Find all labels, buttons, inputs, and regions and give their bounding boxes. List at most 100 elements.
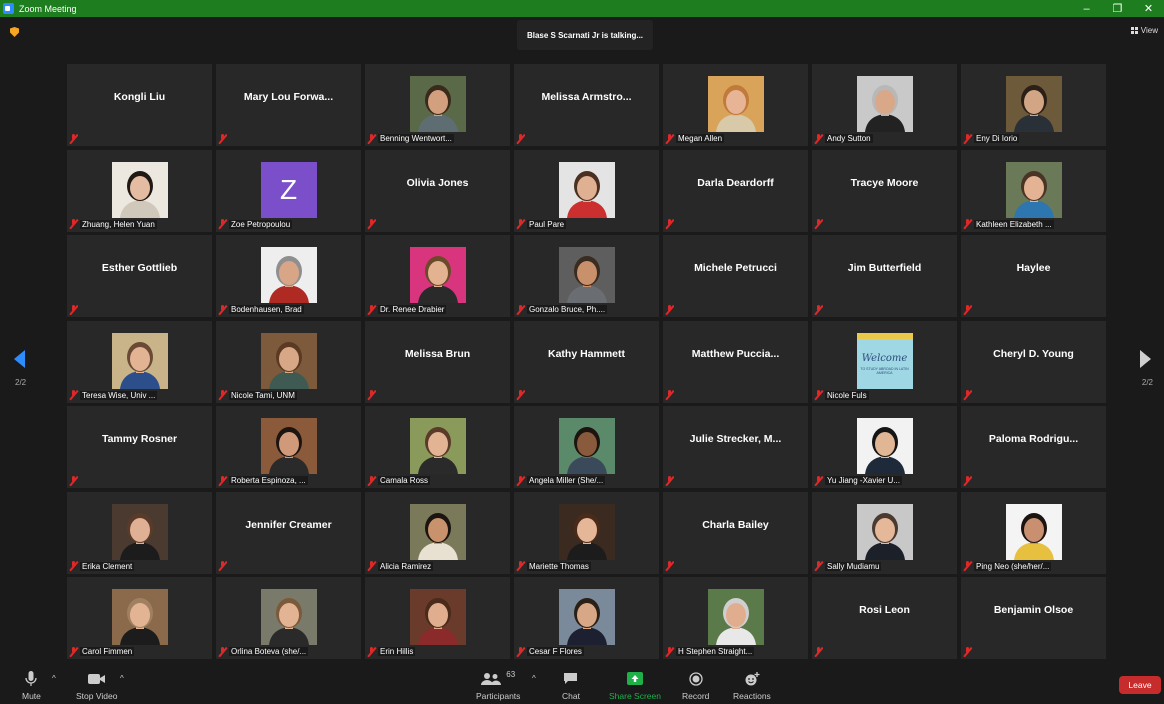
participant-tile[interactable]: Paloma Rodrigu... <box>961 406 1106 488</box>
participant-tile[interactable]: Welcome TO STUDY ABROAD IN LATIN AMERICA N… <box>812 320 957 403</box>
participant-tile[interactable]: Mary Lou Forwa... <box>216 64 361 146</box>
participant-tile[interactable]: Erika Clement <box>67 491 212 574</box>
restore-button[interactable]: ❐ <box>1102 0 1133 17</box>
participant-tile[interactable]: Haylee <box>961 235 1106 317</box>
muted-microphone-icon <box>665 390 674 400</box>
participant-display-name: Angela Miller (She/... <box>527 476 606 485</box>
participant-tile[interactable]: Nicole Tami, UNM <box>216 320 361 403</box>
participant-display-name: Erin Hillis <box>378 647 416 656</box>
participant-tile[interactable]: Cesar F Flores <box>514 577 659 659</box>
participant-tile[interactable]: Kathy Hammett <box>514 320 659 403</box>
reactions-button[interactable]: Reactions <box>733 670 771 701</box>
participant-tile[interactable]: Charla Bailey <box>663 491 808 574</box>
muted-microphone-icon <box>218 475 227 486</box>
share-screen-button[interactable]: Share Screen <box>609 670 661 701</box>
participant-tile[interactable]: Benning Wentwort... <box>365 64 510 146</box>
participant-tile[interactable]: Orlina Boteva (she/... <box>216 577 361 659</box>
participant-tile[interactable]: Esther Gottlieb <box>67 235 212 317</box>
participant-tile[interactable]: Dr. Renee Drabier <box>365 235 510 317</box>
participant-display-name: Gonzalo Bruce, Ph.... <box>527 305 608 314</box>
record-label: Record <box>682 691 710 701</box>
muted-microphone-icon <box>367 304 376 315</box>
mute-label: Mute <box>22 691 41 701</box>
participant-display-name: Bodenhausen, Brad <box>229 305 304 314</box>
participant-tile[interactable]: Teresa Wise, Univ ... <box>67 320 212 403</box>
participant-tile[interactable]: Jennifer Creamer <box>216 491 361 574</box>
participants-options-chevron-up-icon[interactable]: ^ <box>532 674 536 683</box>
participant-tile[interactable]: Z Zoe Petropoulou <box>216 149 361 232</box>
participant-tile[interactable]: Benjamin Olsoe <box>961 577 1106 659</box>
record-button[interactable]: Record <box>682 670 709 701</box>
video-options-chevron-up-icon[interactable]: ^ <box>120 674 124 683</box>
participant-tile[interactable]: Melissa Armstro... <box>514 64 659 146</box>
participant-label: Roberta Espinoza, ... <box>218 475 308 486</box>
muted-microphone-icon <box>963 646 972 657</box>
close-button[interactable]: ✕ <box>1133 0 1164 17</box>
participant-label <box>814 646 823 657</box>
minimize-button[interactable]: – <box>1071 0 1102 17</box>
chat-button[interactable]: Chat <box>562 670 580 701</box>
participant-tile[interactable]: Yu Jiang -Xavier U... <box>812 406 957 488</box>
participant-tile[interactable]: Kongli Liu <box>67 64 212 146</box>
security-shield-icon[interactable] <box>10 27 19 37</box>
participant-tile[interactable]: Eny Di Iorio <box>961 64 1106 146</box>
participant-gallery: Kongli Liu Mary Lou Forwa... Benning Wentw… <box>67 64 1106 659</box>
participant-tile[interactable]: Paul Pare <box>514 149 659 232</box>
participant-tile[interactable]: Michele Petrucci <box>663 235 808 317</box>
audio-options-chevron-up-icon[interactable]: ^ <box>52 674 56 683</box>
participant-tile[interactable]: Sally Mudiamu <box>812 491 957 574</box>
leave-meeting-button[interactable]: Leave <box>1119 676 1161 694</box>
participant-tile[interactable]: Rosi Leon <box>812 577 957 659</box>
participant-tile[interactable]: Julie Strecker, M... <box>663 406 808 488</box>
previous-page-arrow-icon[interactable] <box>14 350 25 368</box>
participant-tile[interactable]: Roberta Espinoza, ... <box>216 406 361 488</box>
participant-tile[interactable]: Jim Butterfield <box>812 235 957 317</box>
participant-name: Benjamin Olsoe <box>993 604 1074 616</box>
muted-microphone-icon <box>963 475 972 486</box>
participant-tile[interactable]: Andy Sutton <box>812 64 957 146</box>
muted-microphone-icon <box>665 646 674 657</box>
participant-tile[interactable]: Melissa Brun <box>365 320 510 403</box>
participant-label: Cesar F Flores <box>516 646 584 657</box>
participant-tile[interactable]: Gonzalo Bruce, Ph.... <box>514 235 659 317</box>
muted-microphone-icon <box>367 561 376 571</box>
participant-tile[interactable]: Tracye Moore <box>812 149 957 232</box>
participant-tile[interactable]: Tammy Rosner <box>67 406 212 488</box>
participant-tile[interactable]: Erin Hillis <box>365 577 510 659</box>
participant-tile[interactable]: Mariette Thomas <box>514 491 659 574</box>
muted-microphone-icon <box>367 475 376 486</box>
participant-display-name: Andy Sutton <box>825 134 873 143</box>
participant-tile[interactable]: Olivia Jones <box>365 149 510 232</box>
participant-tile[interactable]: Alicia Ramirez <box>365 491 510 574</box>
participant-tile[interactable]: Matthew Puccia... <box>663 320 808 403</box>
mute-button[interactable]: Mute <box>22 670 41 701</box>
participant-label <box>814 304 823 315</box>
participant-tile[interactable]: Bodenhausen, Brad <box>216 235 361 317</box>
participants-button[interactable]: 63 Participants <box>476 670 520 701</box>
muted-microphone-icon <box>814 219 823 229</box>
participant-tile[interactable]: Kathleen Elizabeth ... <box>961 149 1106 232</box>
next-page-arrow-icon[interactable] <box>1140 350 1151 368</box>
participant-tile[interactable]: Carol Fimmen <box>67 577 212 659</box>
muted-microphone-icon <box>814 475 823 486</box>
participant-display-name: Yu Jiang -Xavier U... <box>825 476 902 485</box>
stop-video-button[interactable]: Stop Video <box>76 670 117 701</box>
participant-display-name: Camala Ross <box>378 476 431 485</box>
participant-label <box>963 304 972 315</box>
participant-tile[interactable]: Cheryl D. Young <box>961 320 1106 403</box>
participant-tile[interactable]: Angela Miller (She/... <box>514 406 659 488</box>
participant-display-name: Benning Wentwort... <box>378 134 454 143</box>
video-camera-icon <box>87 670 106 687</box>
participant-tile[interactable]: Darla Deardorff <box>663 149 808 232</box>
participant-tile[interactable]: Megan Allen <box>663 64 808 146</box>
view-button[interactable]: View <box>1130 26 1158 35</box>
participant-tile[interactable]: Camala Ross <box>365 406 510 488</box>
participant-name: Olivia Jones <box>406 176 469 189</box>
zoom-app-icon <box>3 3 14 14</box>
participant-tile[interactable]: Ping Neo (she/her/... <box>961 491 1106 574</box>
participant-tile[interactable]: H Stephen Straight... <box>663 577 808 659</box>
muted-microphone-icon <box>516 219 525 229</box>
muted-microphone-icon <box>367 390 376 400</box>
participant-tile[interactable]: Zhuang, Helen Yuan <box>67 149 212 232</box>
participant-label: Benning Wentwort... <box>367 133 454 144</box>
